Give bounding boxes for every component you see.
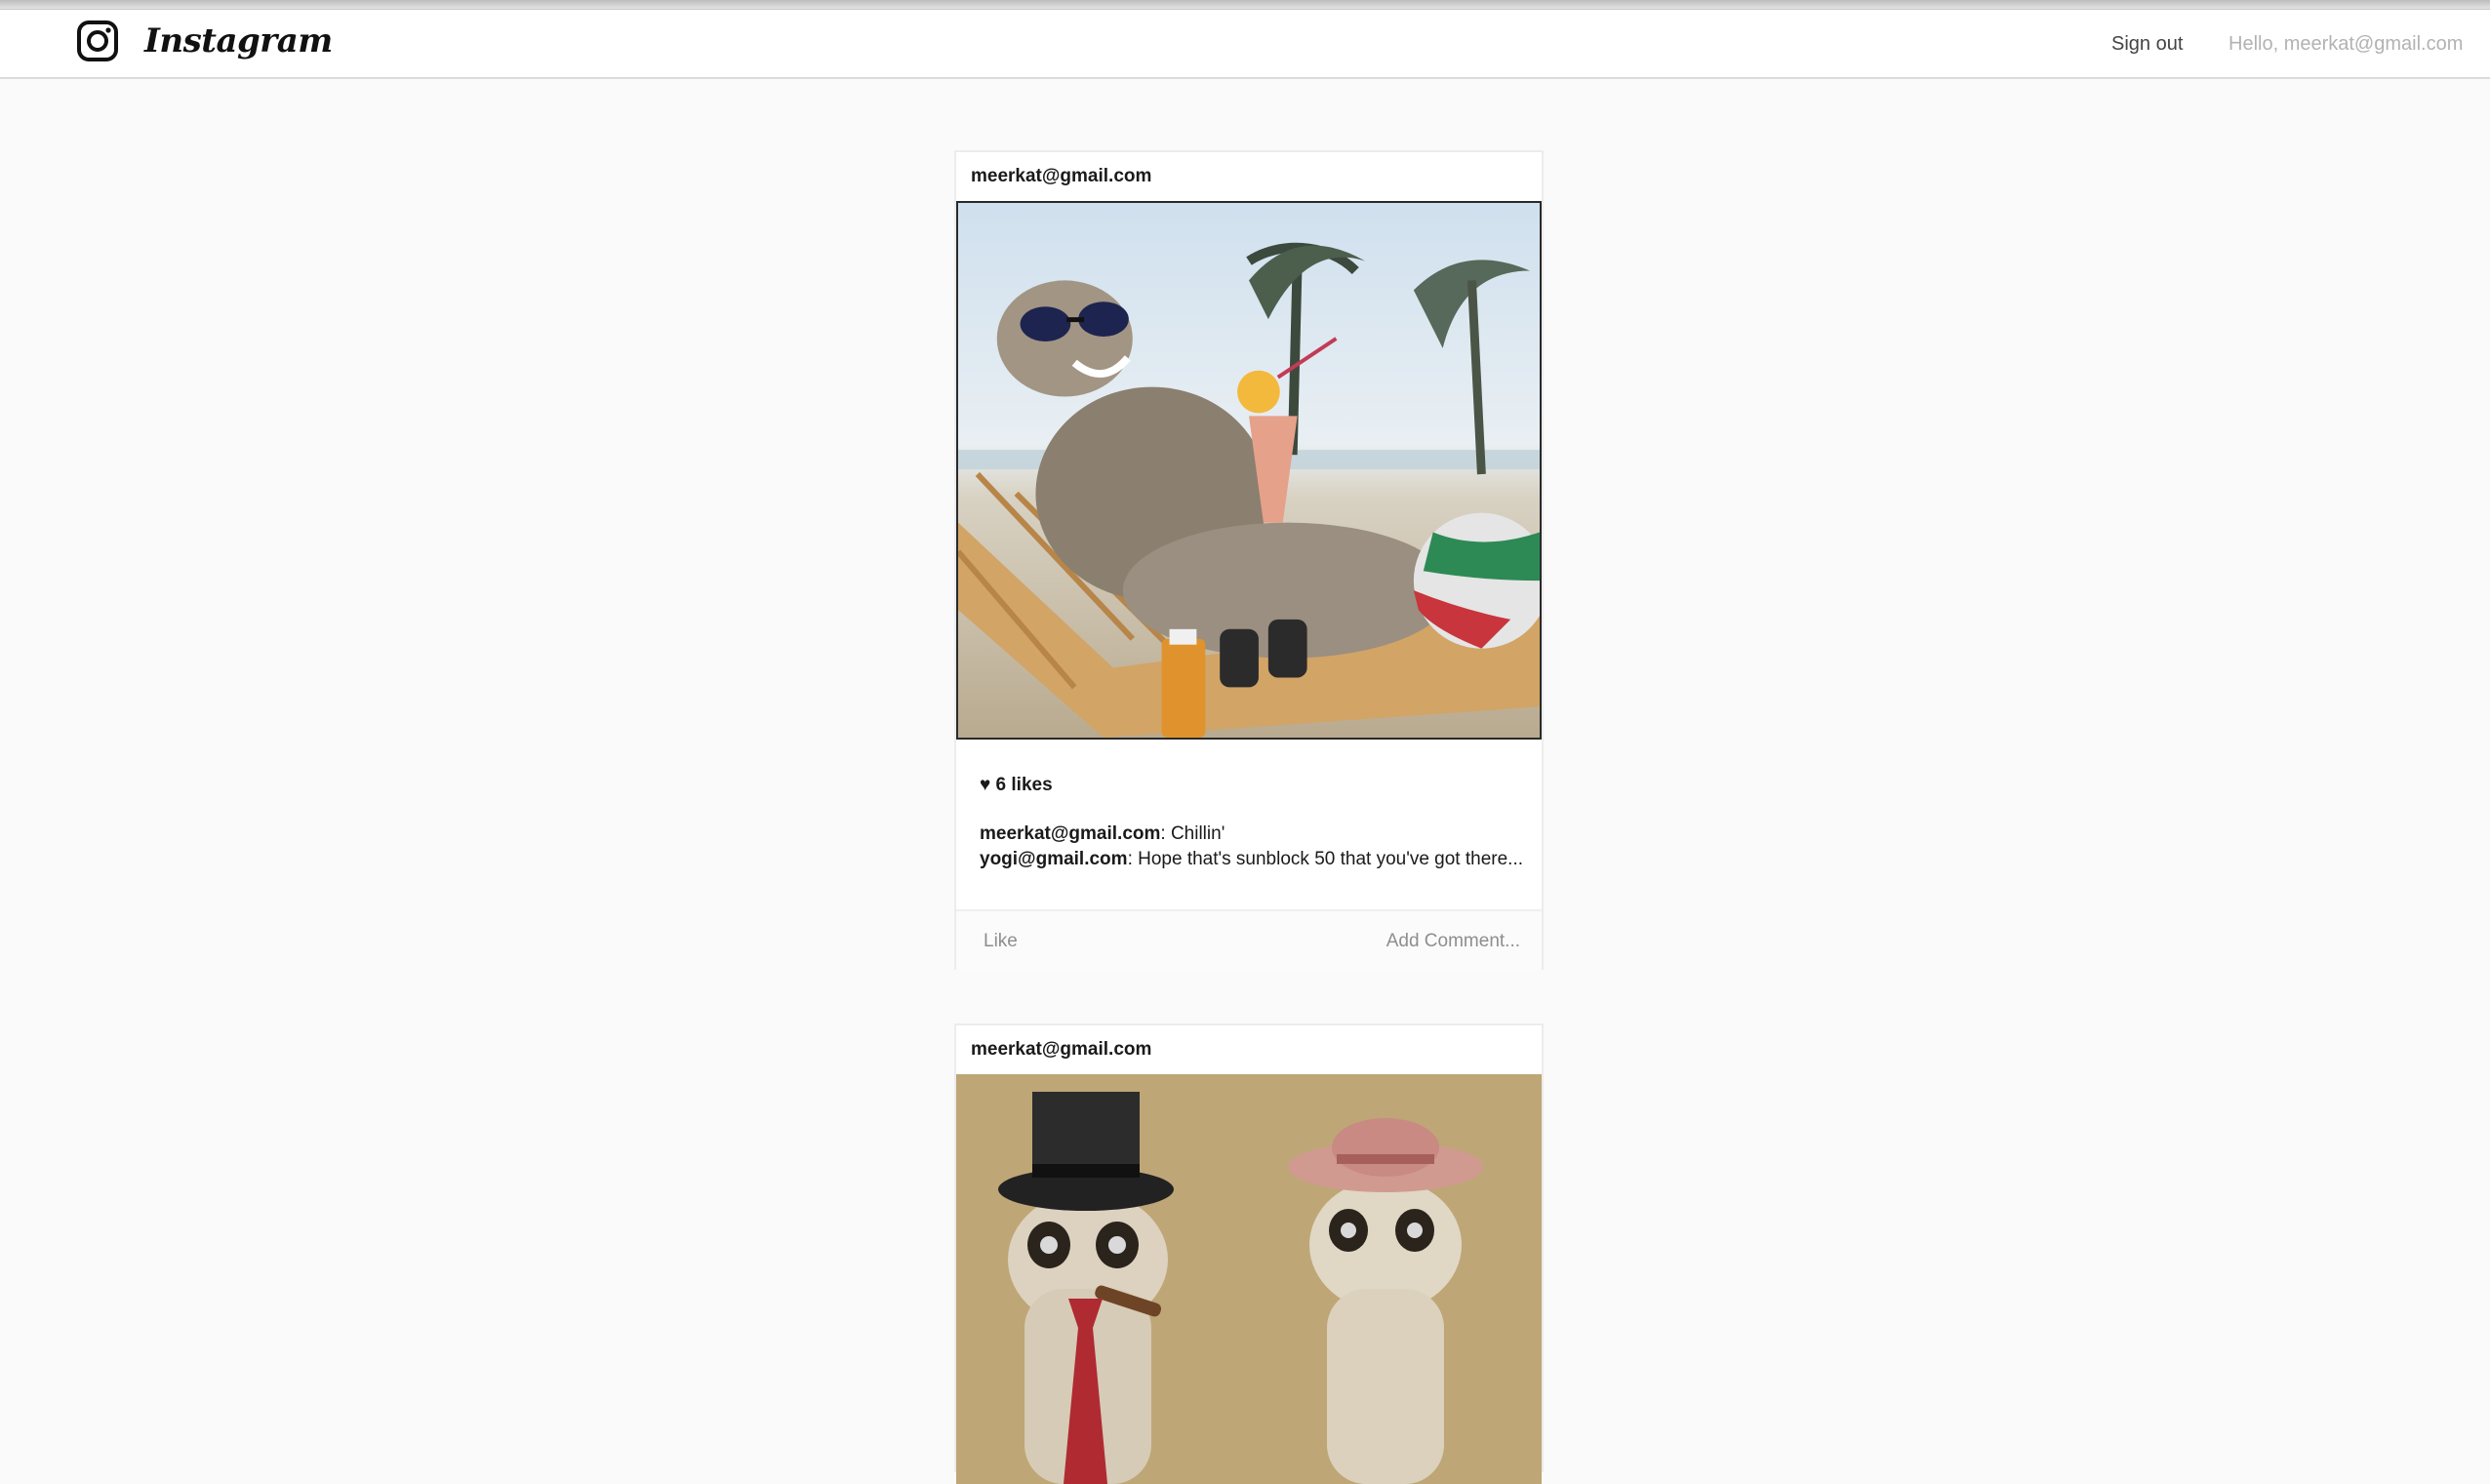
camera-icon[interactable] [76, 20, 119, 62]
post-author[interactable]: meerkat@gmail.com [956, 1025, 1542, 1074]
post-actions: Like Add Comment... [956, 909, 1542, 970]
navbar: Instagram Sign out Hello, meerkat@gmail.… [0, 10, 2490, 79]
like-button[interactable]: Like [984, 927, 1018, 956]
comments-list: meerkat@gmail.com: Chillin' yogi@gmail.c… [980, 822, 1526, 872]
comment: meerkat@gmail.com: Chillin' [980, 822, 1526, 847]
post-author[interactable]: meerkat@gmail.com [956, 152, 1542, 201]
user-greeting: Hello, meerkat@gmail.com [2229, 33, 2464, 55]
comment-author[interactable]: yogi@gmail.com [980, 849, 1128, 869]
browser-top-strip [0, 0, 2490, 10]
likes-count: ♥ 6 likes [980, 775, 1053, 795]
meerkats-hats-photo [956, 1074, 1542, 1484]
comment-text: Chillin' [1165, 823, 1225, 844]
post-image[interactable] [956, 201, 1542, 740]
post-card: meerkat@gmail.com [954, 1023, 1544, 1484]
sign-out-link[interactable]: Sign out [2111, 29, 2183, 59]
add-comment-button[interactable]: Add Comment... [1386, 927, 1520, 956]
brand-wordmark[interactable]: Instagram [144, 18, 333, 64]
comment: yogi@gmail.com: Hope that's sunblock 50 … [980, 847, 1526, 872]
post-image[interactable] [956, 1074, 1542, 1484]
meerkat-beach-photo [958, 203, 1540, 738]
comment-text: Hope that's sunblock 50 that you've got … [1132, 849, 1524, 869]
post-body: ♥ 6 likes meerkat@gmail.com: Chillin' yo… [980, 771, 1526, 872]
comment-author[interactable]: meerkat@gmail.com [980, 823, 1160, 844]
post-card: meerkat@gmail.com [954, 150, 1544, 970]
